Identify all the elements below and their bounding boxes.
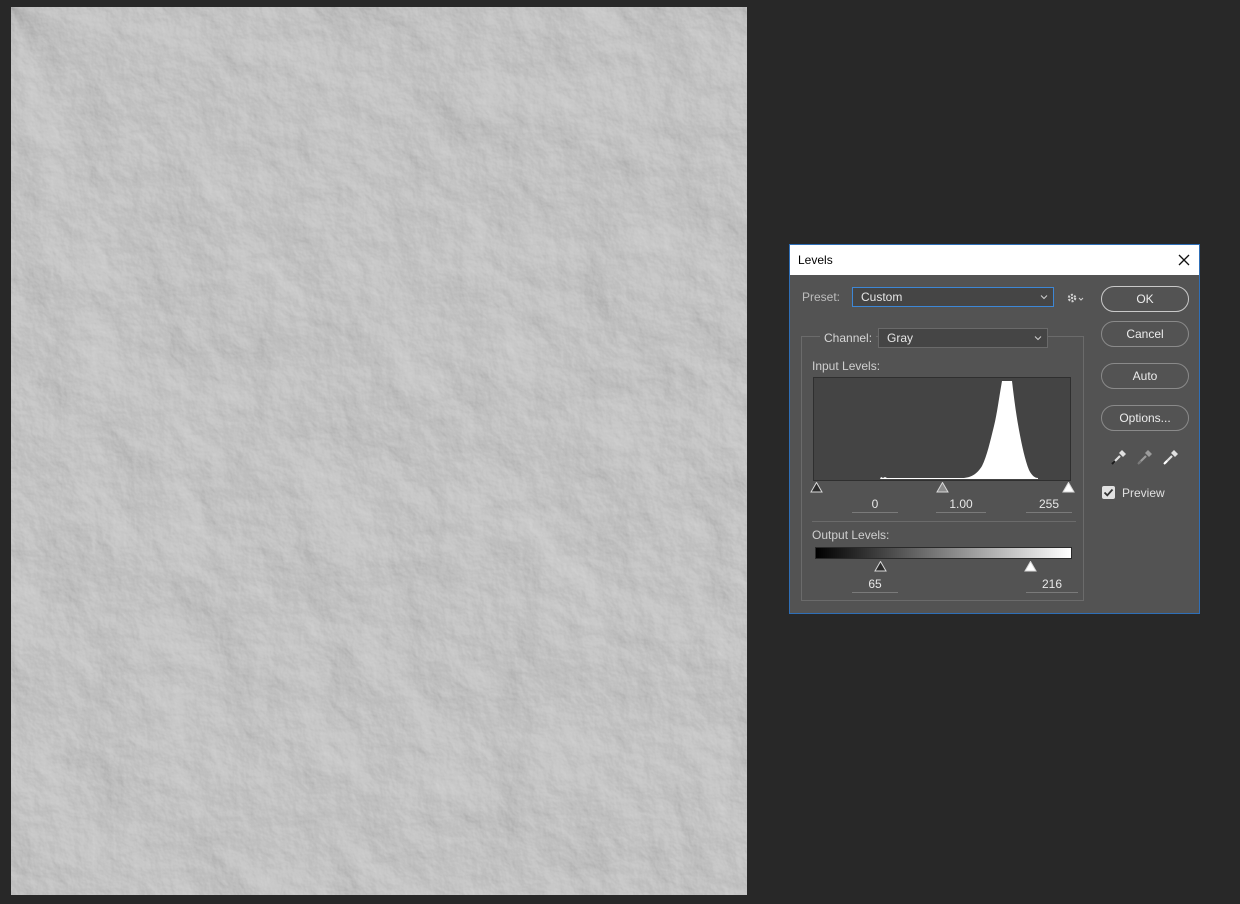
dialog-titlebar[interactable]: Levels bbox=[790, 245, 1199, 275]
close-icon bbox=[1178, 254, 1190, 266]
ok-button[interactable]: OK bbox=[1101, 286, 1189, 312]
chevron-down-icon bbox=[1034, 336, 1042, 341]
preset-options-button[interactable] bbox=[1065, 290, 1087, 306]
input-white-handle[interactable] bbox=[1062, 482, 1075, 493]
channel-value: Gray bbox=[887, 331, 914, 345]
channel-dropdown[interactable]: Gray bbox=[878, 328, 1048, 348]
input-gamma-handle[interactable] bbox=[936, 482, 949, 493]
channel-label: Channel: bbox=[820, 331, 877, 345]
input-black-field[interactable]: 0 bbox=[852, 497, 898, 513]
output-white-handle[interactable] bbox=[1024, 561, 1037, 572]
gear-icon bbox=[1067, 293, 1084, 303]
preset-label: Preset: bbox=[802, 290, 841, 304]
chevron-down-icon bbox=[1040, 295, 1048, 300]
input-white-field[interactable]: 255 bbox=[1026, 497, 1072, 513]
output-slider[interactable] bbox=[813, 560, 1071, 574]
document-canvas[interactable] bbox=[11, 7, 747, 895]
preset-value: Custom bbox=[861, 290, 903, 304]
close-button[interactable] bbox=[1173, 249, 1195, 271]
preview-label: Preview bbox=[1122, 486, 1165, 500]
black-point-eyedropper-icon[interactable] bbox=[1110, 448, 1128, 466]
levels-dialog: Levels Preset: Custom Channel: Gray Inpu… bbox=[789, 244, 1200, 614]
histogram bbox=[813, 377, 1071, 481]
input-slider[interactable] bbox=[810, 481, 1075, 495]
output-white-field[interactable]: 216 bbox=[1026, 577, 1078, 593]
levels-divider bbox=[812, 521, 1076, 522]
input-levels-label: Input Levels: bbox=[812, 359, 881, 373]
output-black-field[interactable]: 65 bbox=[852, 577, 898, 593]
input-gamma-field[interactable]: 1.00 bbox=[936, 497, 986, 513]
output-black-handle[interactable] bbox=[874, 561, 887, 572]
dialog-title: Levels bbox=[798, 253, 833, 267]
output-levels-label: Output Levels: bbox=[812, 528, 890, 542]
checkmark-icon bbox=[1103, 488, 1114, 497]
white-point-eyedropper-icon[interactable] bbox=[1162, 448, 1180, 466]
gray-point-eyedropper-icon[interactable] bbox=[1136, 448, 1154, 466]
histogram-graph bbox=[880, 381, 1038, 479]
output-gradient-bar bbox=[815, 547, 1072, 559]
hillshade-image bbox=[11, 7, 747, 895]
preview-checkbox[interactable] bbox=[1102, 486, 1115, 499]
cancel-button[interactable]: Cancel bbox=[1101, 321, 1189, 347]
options-button[interactable]: Options... bbox=[1101, 405, 1189, 431]
preset-dropdown[interactable]: Custom bbox=[852, 287, 1054, 307]
input-black-handle[interactable] bbox=[810, 482, 823, 493]
auto-button[interactable]: Auto bbox=[1101, 363, 1189, 389]
